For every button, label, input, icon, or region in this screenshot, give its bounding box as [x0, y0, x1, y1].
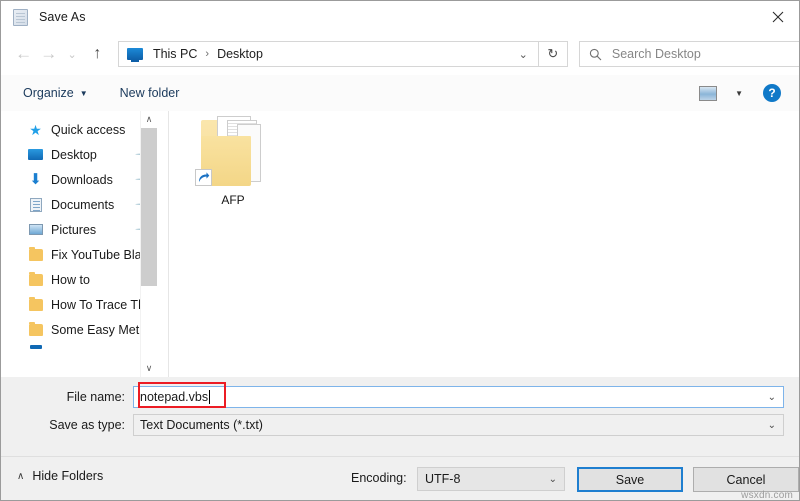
sidebar-item-label: Downloads: [51, 172, 113, 187]
sidebar-scrollbar[interactable]: ∧ ∨: [140, 111, 157, 377]
view-mode-chevron-down-icon[interactable]: ▼: [735, 89, 743, 98]
star-icon: ★: [29, 121, 42, 138]
refresh-button[interactable]: ↻: [538, 41, 568, 67]
hide-folders-label: Hide Folders: [32, 469, 104, 483]
chevron-up-icon: ∧: [17, 470, 25, 482]
breadcrumb-desktop[interactable]: Desktop: [215, 47, 265, 61]
watermark: wsxdn.com: [741, 490, 793, 501]
title-bar: Save As: [1, 1, 799, 33]
sidebar-item-how-to[interactable]: How to: [9, 267, 157, 292]
search-box[interactable]: Search Desktop: [578, 41, 799, 67]
sidebar-item-partial[interactable]: [9, 342, 157, 352]
folder-icon: [27, 246, 44, 263]
form-area: File name: notepad.vbs ⌄ Save as type: T…: [1, 377, 799, 456]
dialog-body: ★ Quick access Desktop 📌 ⬇ Downloads 📌 D…: [1, 111, 799, 377]
close-icon: [772, 11, 784, 22]
picture-icon: [27, 221, 44, 238]
file-list-pane[interactable]: AFP: [168, 111, 794, 377]
text-cursor: [209, 390, 211, 404]
encoding-select[interactable]: UTF-8 ⌄: [417, 467, 565, 491]
encoding-value: UTF-8: [425, 472, 461, 486]
file-name-value: notepad.vbs: [140, 390, 209, 404]
file-name-input[interactable]: notepad.vbs ⌄: [133, 386, 784, 408]
monitor-icon: [27, 146, 44, 163]
sidebar-item-label: Desktop: [51, 147, 97, 162]
sidebar-item-label: How to: [51, 272, 90, 287]
download-icon: ⬇: [29, 171, 42, 188]
navigation-pane: ★ Quick access Desktop 📌 ⬇ Downloads 📌 D…: [9, 111, 157, 377]
command-toolbar: Organize ▼ New folder ▼ ?: [1, 75, 799, 112]
navigation-bar: ← → ⌄ ↑ This PC › Desktop ⌄ ↻ Search Des…: [1, 33, 799, 75]
new-folder-button[interactable]: New folder: [112, 82, 188, 104]
chevron-down-icon: ▼: [79, 88, 88, 98]
save-as-type-row: Save as type: Text Documents (*.txt) ⌄: [1, 414, 799, 436]
save-button[interactable]: Save: [577, 467, 683, 492]
address-dropdown-icon[interactable]: ⌄: [509, 48, 538, 61]
dialog-footer: ∧ Hide Folders Encoding: UTF-8 ⌄ Save Ca…: [1, 456, 799, 501]
sidebar-item-label: Fix YouTube Blac: [51, 247, 148, 262]
up-button[interactable]: ↑: [85, 41, 110, 67]
save-as-type-select[interactable]: Text Documents (*.txt) ⌄: [133, 414, 784, 436]
sidebar-item-documents[interactable]: Documents 📌: [9, 192, 157, 217]
back-button[interactable]: ←: [11, 41, 36, 67]
sidebar-list: ★ Quick access Desktop 📌 ⬇ Downloads 📌 D…: [9, 111, 157, 352]
forward-button[interactable]: →: [36, 41, 61, 67]
scrollbar-track[interactable]: [141, 128, 157, 360]
file-name-row: File name: notepad.vbs ⌄: [1, 386, 799, 408]
search-icon: [589, 47, 603, 61]
folder-shortcut-icon: [195, 114, 271, 188]
folder-icon: [27, 296, 44, 313]
this-pc-icon: [126, 48, 143, 62]
recent-locations-button[interactable]: ⌄: [61, 41, 82, 67]
view-mode-icon[interactable]: [699, 85, 717, 101]
sidebar-item-pictures[interactable]: Pictures 📌: [9, 217, 157, 242]
file-name-chevron-down-icon[interactable]: ⌄: [768, 392, 776, 403]
help-button[interactable]: ?: [763, 84, 781, 102]
shortcut-arrow-icon: [195, 169, 212, 186]
save-as-type-value: Text Documents (*.txt): [140, 418, 263, 432]
sidebar-item-label: Pictures: [51, 222, 97, 237]
sidebar-item-desktop[interactable]: Desktop 📌: [9, 142, 157, 167]
sidebar-item-quick-access[interactable]: ★ Quick access: [9, 117, 157, 142]
sidebar-item-label: How To Trace Th: [51, 297, 146, 312]
encoding-label: Encoding:: [351, 471, 407, 485]
list-item[interactable]: AFP: [185, 114, 281, 207]
sidebar-item-label: Some Easy Meth: [51, 322, 147, 337]
scroll-down-arrow-icon[interactable]: ∨: [141, 360, 157, 377]
address-bar[interactable]: This PC › Desktop ⌄: [117, 41, 539, 67]
file-name-label: File name:: [66, 390, 125, 404]
folder-icon: [27, 271, 44, 288]
organize-button[interactable]: Organize ▼: [15, 82, 96, 104]
sidebar-item-label: Documents: [51, 197, 115, 212]
save-as-type-label: Save as type:: [49, 418, 125, 432]
close-button[interactable]: [755, 1, 799, 32]
breadcrumb-this-pc[interactable]: This PC: [151, 47, 199, 61]
hide-folders-button[interactable]: ∧ Hide Folders: [17, 469, 103, 483]
cancel-button[interactable]: Cancel: [693, 467, 799, 492]
search-placeholder: Search Desktop: [611, 47, 701, 61]
this-pc-icon: [27, 342, 44, 352]
window-title: Save As: [39, 10, 86, 24]
encoding-chevron-down-icon[interactable]: ⌄: [549, 474, 557, 485]
scroll-up-arrow-icon[interactable]: ∧: [141, 111, 157, 128]
sidebar-item-downloads[interactable]: ⬇ Downloads 📌: [9, 167, 157, 192]
sidebar-item-how-to-trace[interactable]: How To Trace Th: [9, 292, 157, 317]
organize-label: Organize: [23, 86, 74, 100]
document-icon: [27, 196, 44, 213]
save-as-dialog: Save As ← → ⌄ ↑ This PC › Desktop ⌄ ↻ Se…: [0, 0, 800, 501]
sidebar-item-label: Quick access: [51, 122, 126, 137]
sidebar-item-fix-youtube[interactable]: Fix YouTube Blac: [9, 242, 157, 267]
folder-icon: [27, 321, 44, 338]
notepad-icon: [13, 8, 30, 26]
list-item-label: AFP: [221, 193, 245, 207]
scrollbar-thumb[interactable]: [141, 128, 157, 286]
save-as-type-chevron-down-icon[interactable]: ⌄: [768, 420, 776, 431]
sidebar-item-some-easy-meth[interactable]: Some Easy Meth: [9, 317, 157, 342]
breadcrumb-separator: ›: [205, 48, 210, 60]
